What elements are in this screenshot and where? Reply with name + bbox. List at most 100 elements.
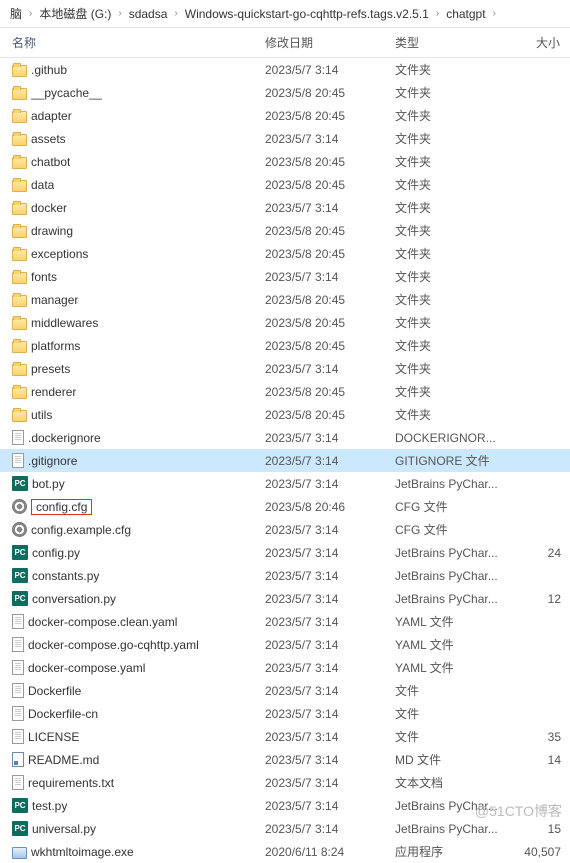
- file-row[interactable]: PCconversation.py2023/5/7 3:14JetBrains …: [0, 587, 570, 610]
- file-row[interactable]: config.example.cfg2023/5/7 3:14CFG 文件: [0, 518, 570, 541]
- file-name-cell[interactable]: Dockerfile: [0, 683, 265, 698]
- pycharm-icon: PC: [12, 798, 28, 813]
- file-row[interactable]: PCconstants.py2023/5/7 3:14JetBrains PyC…: [0, 564, 570, 587]
- file-name-cell[interactable]: middlewares: [0, 316, 265, 330]
- file-name-cell[interactable]: PCconfig.py: [0, 545, 265, 560]
- breadcrumb-item[interactable]: Windows-quickstart-go-cqhttp-refs.tags.v…: [181, 5, 433, 23]
- file-row[interactable]: renderer2023/5/8 20:45文件夹: [0, 380, 570, 403]
- file-name-cell[interactable]: presets: [0, 362, 265, 376]
- file-row[interactable]: docker-compose.clean.yaml2023/5/7 3:14YA…: [0, 610, 570, 633]
- file-date: 2023/5/7 3:14: [265, 477, 395, 491]
- file-name-cell[interactable]: PCbot.py: [0, 476, 265, 491]
- header-date[interactable]: 修改日期: [265, 34, 395, 51]
- file-name: requirements.txt: [28, 776, 114, 790]
- file-row[interactable]: PCtest.py2023/5/7 3:14JetBrains PyChar..…: [0, 794, 570, 817]
- file-name: platforms: [31, 339, 80, 353]
- file-name-cell[interactable]: config.cfg: [0, 499, 265, 515]
- header-size[interactable]: 大小: [515, 34, 565, 51]
- file-name-cell[interactable]: requirements.txt: [0, 775, 265, 790]
- folder-icon: [12, 295, 27, 307]
- file-name-cell[interactable]: fonts: [0, 270, 265, 284]
- file-name: bot.py: [32, 477, 65, 491]
- folder-icon: [12, 203, 27, 215]
- file-row[interactable]: middlewares2023/5/8 20:45文件夹: [0, 311, 570, 334]
- file-name: docker-compose.clean.yaml: [28, 615, 177, 629]
- file-row[interactable]: manager2023/5/8 20:45文件夹: [0, 288, 570, 311]
- file-name-cell[interactable]: Dockerfile-cn: [0, 706, 265, 721]
- file-row[interactable]: exceptions2023/5/8 20:45文件夹: [0, 242, 570, 265]
- file-row[interactable]: presets2023/5/7 3:14文件夹: [0, 357, 570, 380]
- file-name-cell[interactable]: assets: [0, 132, 265, 146]
- file-name-cell[interactable]: manager: [0, 293, 265, 307]
- breadcrumb[interactable]: 脑›本地磁盘 (G:)›sdadsa›Windows-quickstart-go…: [0, 0, 570, 28]
- file-row[interactable]: __pycache__2023/5/8 20:45文件夹: [0, 81, 570, 104]
- file-name-cell[interactable]: PCuniversal.py: [0, 821, 265, 836]
- file-row[interactable]: data2023/5/8 20:45文件夹: [0, 173, 570, 196]
- file-name-cell[interactable]: LICENSE: [0, 729, 265, 744]
- file-row[interactable]: requirements.txt2023/5/7 3:14文本文档: [0, 771, 570, 794]
- file-name-cell[interactable]: .dockerignore: [0, 430, 265, 445]
- file-row[interactable]: platforms2023/5/8 20:45文件夹: [0, 334, 570, 357]
- file-row[interactable]: docker2023/5/7 3:14文件夹: [0, 196, 570, 219]
- file-row[interactable]: chatbot2023/5/8 20:45文件夹: [0, 150, 570, 173]
- file-row[interactable]: adapter2023/5/8 20:45文件夹: [0, 104, 570, 127]
- file-type: 文件夹: [395, 406, 515, 423]
- file-name-cell[interactable]: .github: [0, 63, 265, 77]
- file-size: 35: [515, 730, 565, 744]
- file-type: 文件夹: [395, 130, 515, 147]
- file-row[interactable]: .dockerignore2023/5/7 3:14DOCKERIGNOR...: [0, 426, 570, 449]
- file-name-cell[interactable]: docker-compose.yaml: [0, 660, 265, 675]
- file-name-cell[interactable]: utils: [0, 408, 265, 422]
- file-date: 2023/5/8 20:46: [265, 500, 395, 514]
- file-name-cell[interactable]: config.example.cfg: [0, 522, 265, 537]
- breadcrumb-item[interactable]: 本地磁盘 (G:): [35, 3, 115, 24]
- file-row[interactable]: docker-compose.yaml2023/5/7 3:14YAML 文件: [0, 656, 570, 679]
- file-name-cell[interactable]: README.md: [0, 752, 265, 767]
- file-row[interactable]: PCuniversal.py2023/5/7 3:14JetBrains PyC…: [0, 817, 570, 840]
- file-name-cell[interactable]: PCconversation.py: [0, 591, 265, 606]
- file-name-cell[interactable]: data: [0, 178, 265, 192]
- breadcrumb-item[interactable]: sdadsa: [125, 5, 172, 23]
- file-name-cell[interactable]: exceptions: [0, 247, 265, 261]
- file-name-cell[interactable]: docker: [0, 201, 265, 215]
- header-type[interactable]: 类型: [395, 34, 515, 51]
- file-name-cell[interactable]: docker-compose.clean.yaml: [0, 614, 265, 629]
- file-name: fonts: [31, 270, 57, 284]
- file-row[interactable]: fonts2023/5/7 3:14文件夹: [0, 265, 570, 288]
- file-name-cell[interactable]: .gitignore: [0, 453, 265, 468]
- file-name-cell[interactable]: __pycache__: [0, 86, 265, 100]
- file-row[interactable]: drawing2023/5/8 20:45文件夹: [0, 219, 570, 242]
- file-date: 2023/5/8 20:45: [265, 247, 395, 261]
- file-name-cell[interactable]: drawing: [0, 224, 265, 238]
- file-icon: [12, 453, 24, 468]
- file-name-cell[interactable]: docker-compose.go-cqhttp.yaml: [0, 637, 265, 652]
- file-row[interactable]: config.cfg2023/5/8 20:46CFG 文件: [0, 495, 570, 518]
- file-row[interactable]: Dockerfile-cn2023/5/7 3:14文件: [0, 702, 570, 725]
- file-row[interactable]: wkhtmltoimage.exe2020/6/11 8:24应用程序40,50…: [0, 840, 570, 863]
- file-name: chatbot: [31, 155, 70, 169]
- file-row[interactable]: .gitignore2023/5/7 3:14GITIGNORE 文件: [0, 449, 570, 472]
- file-list[interactable]: .github2023/5/7 3:14文件夹__pycache__2023/5…: [0, 58, 570, 863]
- file-row[interactable]: LICENSE2023/5/7 3:14文件35: [0, 725, 570, 748]
- file-row[interactable]: docker-compose.go-cqhttp.yaml2023/5/7 3:…: [0, 633, 570, 656]
- file-name: adapter: [31, 109, 72, 123]
- file-row[interactable]: PCbot.py2023/5/7 3:14JetBrains PyChar...: [0, 472, 570, 495]
- file-name-cell[interactable]: PCconstants.py: [0, 568, 265, 583]
- file-name-cell[interactable]: adapter: [0, 109, 265, 123]
- file-name-cell[interactable]: platforms: [0, 339, 265, 353]
- file-name-cell[interactable]: PCtest.py: [0, 798, 265, 813]
- file-name-cell[interactable]: chatbot: [0, 155, 265, 169]
- file-row[interactable]: utils2023/5/8 20:45文件夹: [0, 403, 570, 426]
- header-name[interactable]: 名称: [0, 34, 265, 51]
- file-name: middlewares: [31, 316, 98, 330]
- file-row[interactable]: PCconfig.py2023/5/7 3:14JetBrains PyChar…: [0, 541, 570, 564]
- file-row[interactable]: assets2023/5/7 3:14文件夹: [0, 127, 570, 150]
- breadcrumb-item[interactable]: 脑: [6, 3, 26, 24]
- file-row[interactable]: README.md2023/5/7 3:14MD 文件14: [0, 748, 570, 771]
- file-name-cell[interactable]: renderer: [0, 385, 265, 399]
- breadcrumb-item[interactable]: chatgpt: [442, 5, 489, 23]
- file-date: 2023/5/8 20:45: [265, 155, 395, 169]
- file-row[interactable]: .github2023/5/7 3:14文件夹: [0, 58, 570, 81]
- file-name-cell[interactable]: wkhtmltoimage.exe: [0, 845, 265, 859]
- file-row[interactable]: Dockerfile2023/5/7 3:14文件: [0, 679, 570, 702]
